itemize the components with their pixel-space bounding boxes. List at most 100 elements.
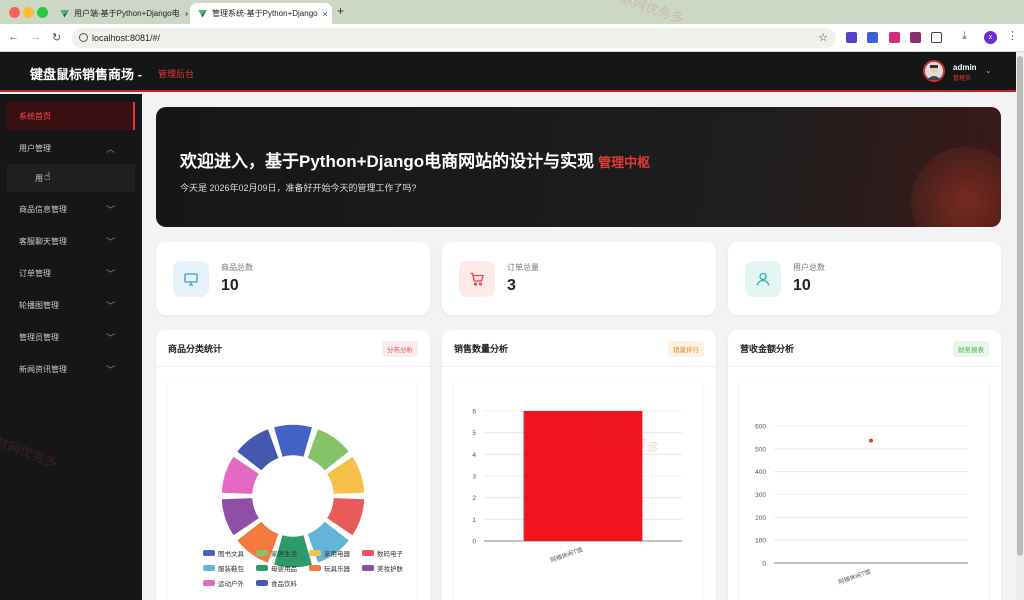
close-tab-icon[interactable]: × xyxy=(185,9,188,19)
sidebar-item-products[interactable]: 商品信息管理 ﹀ xyxy=(7,195,135,223)
site-info-icon[interactable] xyxy=(79,33,88,42)
card-badge: 分布分析 xyxy=(382,341,418,357)
stat-card-orders: 订单总量 3 xyxy=(442,242,716,315)
close-tab-icon[interactable]: × xyxy=(323,9,328,19)
y-tick-label: 300 xyxy=(755,492,766,499)
maximize-window-button[interactable] xyxy=(37,7,48,18)
bar xyxy=(523,411,643,541)
sidebar-item-chat[interactable]: 客服聊天管理 ﹀ xyxy=(7,227,135,255)
user-avatar[interactable] xyxy=(923,60,945,82)
pie-slice xyxy=(272,423,314,459)
legend-label: 数码电子 xyxy=(377,551,403,558)
sidebar-item-label: 商品信息管理 xyxy=(19,204,67,214)
sidebar-item-carousel[interactable]: 轮播图管理 ﹀ xyxy=(7,291,135,319)
legend-swatch xyxy=(362,565,374,571)
browser-tab-admin[interactable]: 管理系统-基于Python+Django × xyxy=(190,3,332,24)
card-divider xyxy=(156,366,430,367)
tab-title: 用户端-基于Python+Django电 xyxy=(74,9,180,18)
legend-item[interactable]: 运动户外 xyxy=(203,578,244,588)
sales-chart-card: 销售数量分析 销量排行 0 1 2 3 4 5 6 阿楠休闲T恤 xyxy=(442,330,716,600)
banner-title-text: 欢迎进入，基于Python+Django电商网站的设计与实现 xyxy=(180,152,595,171)
sidebar-item-label: 新闻资讯管理 xyxy=(19,364,67,374)
close-window-button[interactable] xyxy=(9,7,20,18)
legend-item[interactable]: 玩具乐器 xyxy=(309,563,350,573)
sidebar-item-admins[interactable]: 管理员管理 ﹀ xyxy=(7,323,135,351)
extension-icon[interactable] xyxy=(910,32,921,43)
chevron-down-icon: ﹀ xyxy=(105,364,115,375)
sidebar-subitem-users[interactable]: 用 xyxy=(7,164,135,192)
tab-title: 管理系统-基于Python+Django xyxy=(212,9,318,18)
sidebar: 系统首页 用户管理 ︿ 用 商品信息管理 ﹀ 客服聊天管理 ﹀ 订单管理 ﹀ 轮播图管理… xyxy=(0,94,142,600)
legend-item[interactable]: 家用电器 xyxy=(309,548,350,558)
url-text: localhost:8081/#/ xyxy=(92,33,161,43)
extension-icon[interactable] xyxy=(867,32,878,43)
legend-label: 图书文具 xyxy=(218,551,244,558)
banner-tag: 管理中枢 xyxy=(598,155,651,170)
chevron-down-icon[interactable]: ⌄ xyxy=(985,66,992,75)
legend-swatch xyxy=(203,580,215,586)
legend-swatch xyxy=(203,565,215,571)
vue-logo-icon xyxy=(198,9,207,18)
chevron-up-icon: ︿ xyxy=(105,143,115,154)
card-badge: 财务报表 xyxy=(953,341,989,357)
user-icon xyxy=(745,261,781,297)
app-subtitle: 管理后台 xyxy=(158,69,195,79)
y-tick-label: 4 xyxy=(472,452,476,459)
y-tick-label: 0 xyxy=(762,561,766,568)
legend-item[interactable]: 美妆护肤 xyxy=(362,563,403,573)
cart-icon xyxy=(459,261,495,297)
page-scrollbar[interactable] xyxy=(1016,52,1024,600)
stat-value: 10 xyxy=(793,277,811,294)
forward-icon[interactable]: → xyxy=(30,31,41,43)
legend-item[interactable]: 母婴用品 xyxy=(256,563,297,573)
download-icon[interactable]: ⤓ xyxy=(962,30,967,43)
extension-icon[interactable] xyxy=(846,32,857,43)
y-tick-label: 3 xyxy=(472,474,476,481)
legend-label: 服装鞋包 xyxy=(218,566,244,573)
bookmark-star-icon[interactable]: ☆ xyxy=(818,31,828,44)
y-tick-label: 2 xyxy=(472,495,476,502)
sidebar-item-label: 用户管理 xyxy=(19,143,51,153)
legend-item[interactable]: 家居生活 xyxy=(256,548,297,558)
sidebar-item-home[interactable]: 系统首页 xyxy=(7,102,135,130)
url-field[interactable]: localhost:8081/#/ ☆ xyxy=(72,28,836,48)
welcome-banner: 欢迎进入，基于Python+Django电商网站的设计与实现 管理中枢 今天是 2… xyxy=(156,107,1001,227)
extension-icon[interactable] xyxy=(889,32,900,43)
user-name[interactable]: admin xyxy=(953,63,977,72)
sidebar-item-news[interactable]: 新闻资讯管理 ﹀ xyxy=(7,355,135,383)
minimize-window-button[interactable] xyxy=(23,7,34,18)
legend-label: 家居生活 xyxy=(271,551,297,558)
legend-item[interactable]: 图书文具 xyxy=(203,548,244,558)
browser-toolbar: ← → ↻ localhost:8081/#/ ☆ ⤓ x ⋮ xyxy=(0,24,1024,52)
reload-icon[interactable]: ↻ xyxy=(52,31,61,44)
legend-item[interactable]: 食品饮料 xyxy=(256,578,297,588)
profile-avatar[interactable]: x xyxy=(984,31,997,44)
chart-panel: 0 100 200 300 400 500 600 阿楠休闲T恤 xyxy=(740,378,988,600)
card-title: 销售数量分析 xyxy=(454,344,509,354)
app-title: 键盘鼠标销售商场 - xyxy=(30,67,142,82)
legend-item[interactable]: 服装鞋包 xyxy=(203,563,244,573)
sidebar-item-users[interactable]: 用户管理 ︿ xyxy=(7,134,135,162)
category-chart-card: 商品分类统计 分布分析 图书文具 家居生活 家用电器 数码电子 服装鞋包 母婴用品 玩具乐器… xyxy=(156,330,430,600)
browser-tab-user[interactable]: 用户端-基于Python+Django电 × xyxy=(52,3,188,24)
user-role: 管理员 xyxy=(953,76,972,82)
card-badge: 销量排行 xyxy=(668,341,704,357)
more-menu-icon[interactable]: ⋮ xyxy=(1007,29,1018,42)
monitor-icon xyxy=(173,261,209,297)
card-divider xyxy=(442,366,716,367)
legend-swatch xyxy=(256,550,268,556)
sidebar-item-label: 管理员管理 xyxy=(19,332,59,342)
puzzle-extensions-icon[interactable] xyxy=(931,32,942,43)
sidebar-item-orders[interactable]: 订单管理 ﹀ xyxy=(7,259,135,287)
sidebar-item-label: 用 xyxy=(35,173,43,183)
legend-label: 母婴用品 xyxy=(271,566,297,573)
card-divider xyxy=(728,366,1001,367)
new-tab-button[interactable]: + xyxy=(337,4,344,18)
scrollbar-thumb[interactable] xyxy=(1017,56,1023,556)
sidebar-item-label: 客服聊天管理 xyxy=(19,236,67,246)
back-icon[interactable]: ← xyxy=(8,31,19,43)
mouse-cursor-icon: ☝ xyxy=(44,171,51,183)
legend-swatch xyxy=(256,565,268,571)
chevron-down-icon: ﹀ xyxy=(105,204,115,215)
legend-item[interactable]: 数码电子 xyxy=(362,548,403,558)
